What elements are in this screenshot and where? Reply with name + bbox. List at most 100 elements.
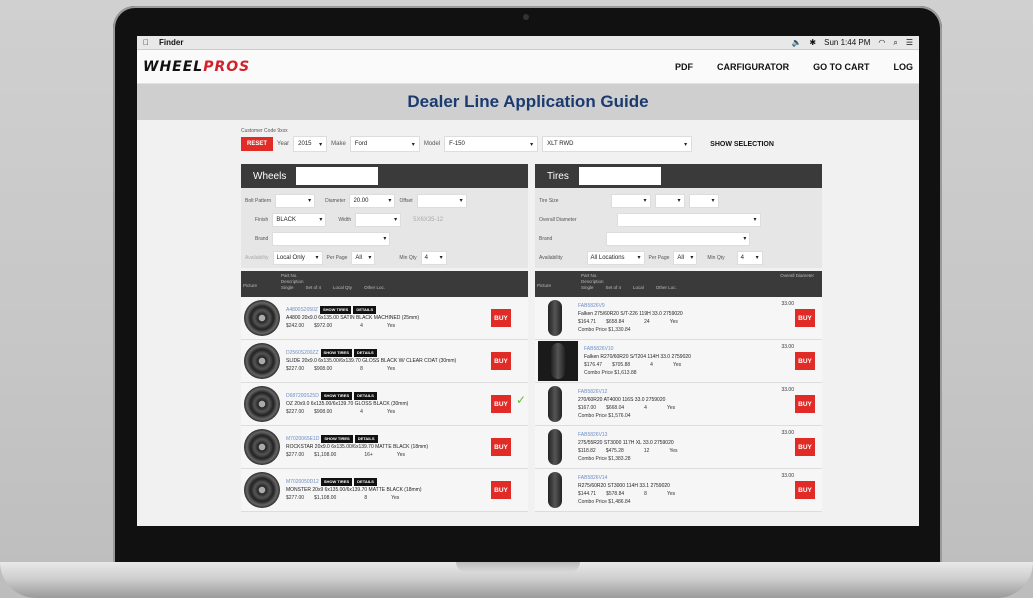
buy-button[interactable]: BUY (795, 395, 815, 413)
tire-per-page-select[interactable]: All ▾ (673, 250, 698, 265)
trim-select[interactable]: XLT RWD ▾ (542, 136, 693, 152)
row-values: $118.82 $475.28 12 Yes (578, 447, 795, 455)
set-price: $668.04 (606, 405, 625, 411)
make-select[interactable]: Ford ▾ (349, 136, 420, 152)
buy-button[interactable]: BUY (795, 438, 815, 456)
per-page-select[interactable]: All ▾ (351, 250, 376, 265)
buy-button[interactable]: BUY (491, 438, 511, 456)
part-number-link[interactable]: D2560S200ZZ (286, 350, 319, 356)
year-select[interactable]: 2015 ▾ (293, 136, 328, 152)
list-icon[interactable]: ☰ (906, 38, 913, 47)
bluetooth-icon[interactable]: ✱ (809, 38, 816, 47)
part-number-link[interactable]: FAB5826V9 (578, 302, 795, 310)
details-button[interactable]: DETAILS (354, 478, 377, 486)
nav-pdf[interactable]: PDF (675, 62, 693, 72)
nav-login[interactable]: LOG (894, 62, 914, 72)
tire-image[interactable] (538, 341, 578, 381)
other-location: Yes (672, 362, 682, 368)
nav-go-to-cart[interactable]: GO TO CART (813, 62, 869, 72)
show-tires-button[interactable]: SHOW TIRES (320, 349, 352, 357)
part-number-link[interactable]: FAB5826V14 (578, 474, 795, 482)
tire-brand-select[interactable]: ▾ (606, 231, 751, 246)
wheel-image[interactable] (244, 429, 280, 465)
overall-diameter-select[interactable]: ▾ (616, 212, 761, 227)
buy-button[interactable]: BUY (491, 395, 511, 413)
min-qty-select[interactable]: 4 ▾ (420, 250, 447, 265)
screen:  Finder 🔈 ✱ Sun 1:44 PM ◠ ⌕ ☰ WHEELPROS… (137, 36, 919, 526)
spotlight-icon[interactable]: ⌕ (893, 38, 897, 48)
width-select[interactable]: ▾ (355, 212, 402, 227)
row-values: $164.71 $658.84 24 Yes (578, 318, 795, 326)
wheel-image[interactable] (244, 300, 280, 336)
buy-button[interactable]: BUY (795, 481, 815, 499)
buy-button[interactable]: BUY (491, 309, 511, 327)
details-button[interactable]: DETAILS (353, 349, 377, 357)
details-button[interactable]: DETAILS (354, 435, 378, 443)
part-number-link[interactable]: D687200S25D (286, 393, 319, 399)
tire-min-qty-select[interactable]: 4 ▾ (736, 250, 763, 265)
tire-availability-select[interactable]: All Locations ▾ (586, 250, 645, 265)
tires-table-header: Part No. Description Single Set of 4 Loc… (535, 271, 822, 297)
part-number-link[interactable]: FAB5826V10 (584, 345, 795, 353)
show-tires-button[interactable]: SHOW TIRES (321, 435, 353, 443)
wheels-search-input[interactable] (296, 167, 379, 185)
set-price: $578.84 (606, 491, 625, 497)
menu-finder[interactable]: Finder (159, 38, 183, 47)
local-qty: 8 (360, 366, 363, 372)
tire-image[interactable] (548, 472, 562, 508)
part-number-link[interactable]: FAB5826V13 (578, 431, 795, 439)
details-button[interactable]: DETAILS (354, 392, 377, 400)
wheel-image[interactable] (244, 386, 280, 422)
camera-icon (523, 14, 529, 20)
tire-image[interactable] (548, 386, 562, 422)
tires-search-input[interactable] (578, 167, 661, 185)
reset-button[interactable]: RESET (241, 137, 274, 151)
wheel-image[interactable] (244, 472, 280, 508)
part-number-link[interactable]: A4800S2050Z (286, 307, 318, 313)
part-number-link[interactable]: M7020065E1D (286, 436, 319, 442)
diameter-select[interactable]: 20.00 ▾ (349, 193, 396, 208)
finish-select[interactable]: BLACK ▾ (272, 212, 327, 227)
apple-icon[interactable]:  (143, 38, 149, 47)
nav-carfigurator[interactable]: CARFIGURATOR (717, 62, 789, 72)
show-tires-button[interactable]: SHOW TIRES (319, 306, 352, 314)
tire-image[interactable] (548, 300, 562, 336)
part-number-link[interactable]: M7020050D12 (286, 479, 319, 485)
tire-per-page-value: All (677, 254, 685, 261)
row-info: FAB5826V9 Falken 275/60R20 S/T-226 119H 3… (578, 302, 795, 334)
combo-price: Combo Price $1,576.04 (578, 413, 631, 419)
part-number-link[interactable]: FAB5826V12 (578, 388, 795, 396)
buy-button[interactable]: BUY (795, 352, 815, 370)
buy-button[interactable]: BUY (491, 352, 511, 370)
details-button[interactable]: DETAILS (353, 306, 377, 314)
tire-size-select-3[interactable]: ▾ (688, 193, 719, 208)
table-row: M7020065E1D SHOW TIRES DETAILS ROCKSTAR 20x… (241, 426, 528, 469)
tire-size-select-2[interactable]: ▾ (654, 193, 685, 208)
show-tires-button[interactable]: SHOW TIRES (320, 392, 353, 400)
bolt-pattern-select[interactable]: ▾ (275, 193, 316, 208)
show-tires-button[interactable]: SHOW TIRES (320, 478, 353, 486)
brand-select[interactable]: ▾ (272, 231, 391, 246)
buy-button[interactable]: BUY (795, 309, 815, 327)
availability-select[interactable]: Local Only ▾ (272, 250, 323, 265)
logo-wheel: WHEEL (143, 58, 204, 75)
diameter-label: Diameter (325, 197, 346, 204)
description: OZ 20x9.0 6x135.00/6x139.70 GLOSS BLACK … (286, 401, 409, 407)
single-price: $227.00 (286, 409, 305, 415)
wheels-heading: Wheels (253, 170, 287, 182)
offset-select[interactable]: ▾ (416, 193, 467, 208)
buy-button[interactable]: BUY (491, 481, 511, 499)
volume-icon[interactable]: 🔈 (791, 38, 801, 47)
table-row: A4800S2050Z SHOW TIRES DETAILS A4800 20x9.0… (241, 297, 528, 340)
wheel-image[interactable] (244, 343, 280, 379)
tire-size-select-1[interactable]: ▾ (610, 193, 651, 208)
tire-shape (551, 343, 565, 379)
tire-image[interactable] (548, 429, 562, 465)
clock[interactable]: Sun 1:44 PM (824, 38, 870, 47)
wifi-icon[interactable]: ◠ (878, 38, 885, 47)
model-select[interactable]: F-150 ▾ (444, 136, 539, 152)
single-price: $242.00 (286, 323, 305, 329)
logo[interactable]: WHEELPROS (143, 59, 250, 75)
show-selection-button[interactable]: SHOW SELECTION (710, 141, 774, 148)
min-qty-label: Min Qty (399, 254, 417, 261)
